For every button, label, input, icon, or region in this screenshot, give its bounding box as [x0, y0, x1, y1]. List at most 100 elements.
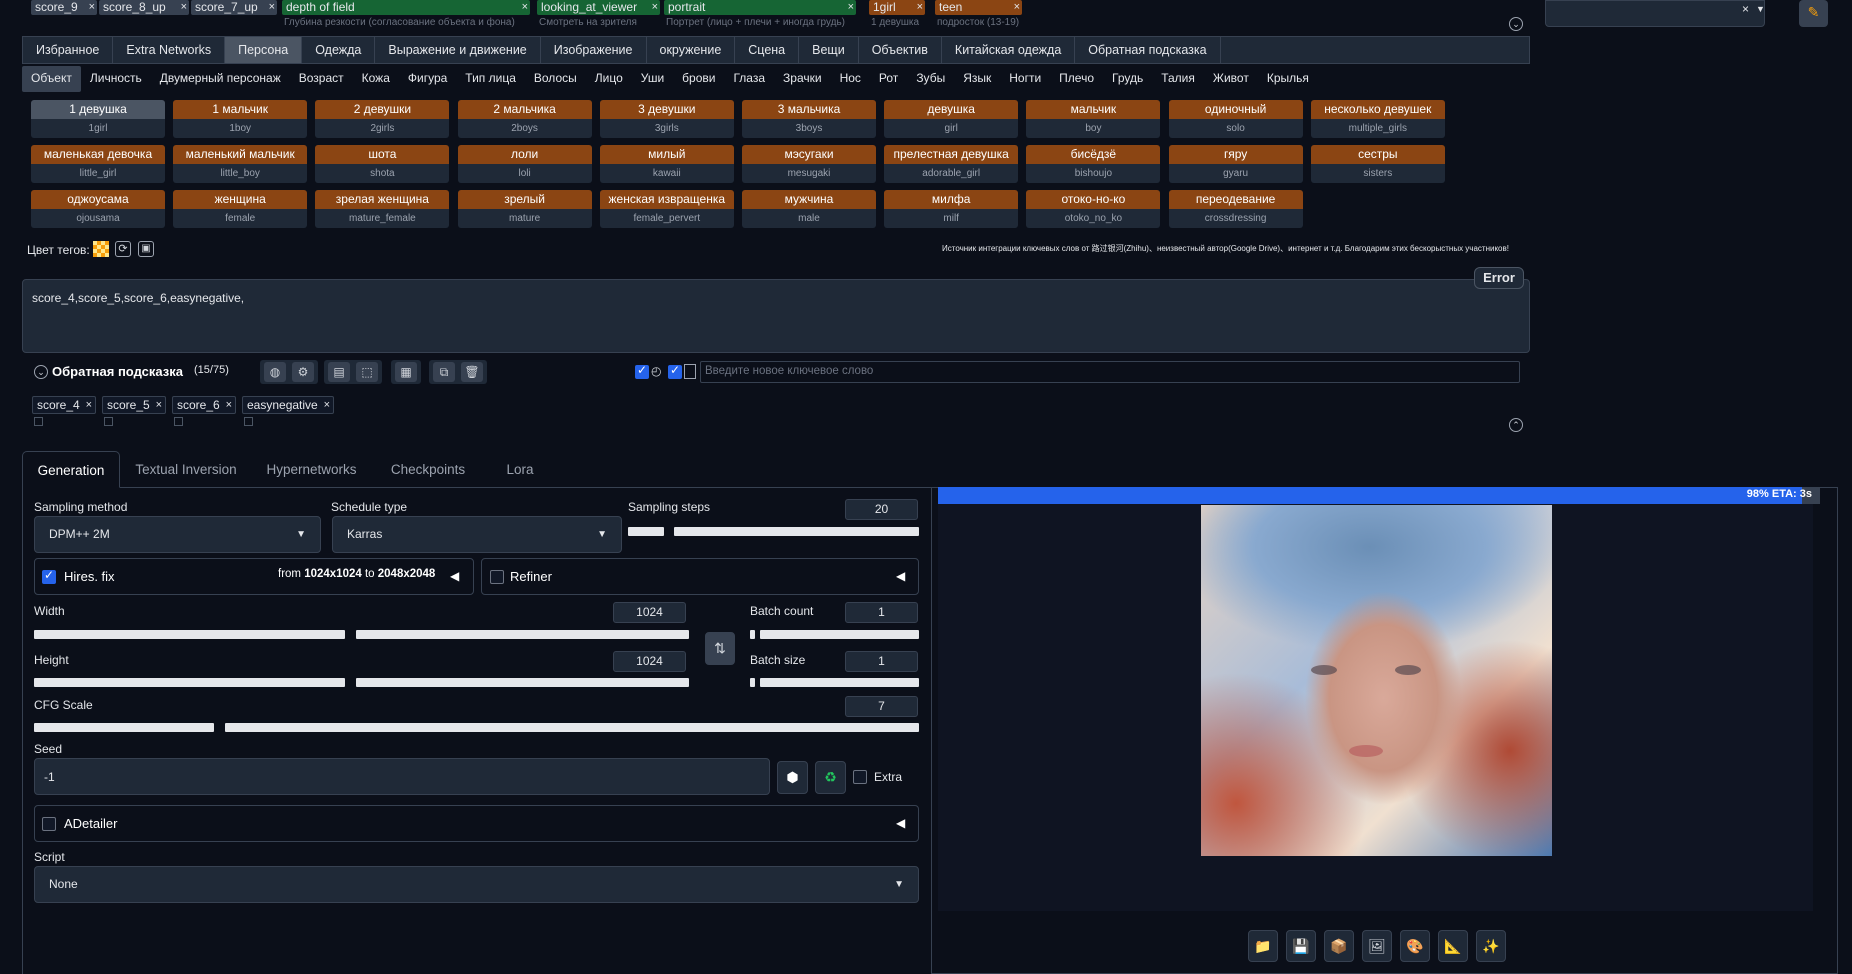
close-icon[interactable]: ×: [324, 397, 330, 413]
negative-tag-chip[interactable]: score_5 ×: [102, 396, 166, 414]
negative-tag-chip[interactable]: score_4 ×: [32, 396, 96, 414]
width-input[interactable]: 1024: [613, 602, 686, 623]
tab-subcategory[interactable]: Глаза: [724, 66, 774, 92]
cfg-scale-slider-left[interactable]: [34, 723, 214, 732]
edit-pencil-icon[interactable]: ✎: [1799, 0, 1828, 27]
tab-subcategory[interactable]: Двумерный персонаж: [151, 66, 290, 92]
keyword-button[interactable]: женщина female: [173, 190, 308, 228]
tab-subcategory[interactable]: Фигура: [399, 66, 456, 92]
tab-main[interactable]: Checkpoints: [371, 451, 485, 488]
tab-category[interactable]: Персона: [225, 37, 303, 63]
keyword-button[interactable]: милый kawaii: [599, 145, 734, 183]
tab-subcategory[interactable]: Нос: [831, 66, 870, 92]
keyword-button[interactable]: зрелый mature: [457, 190, 592, 228]
tab-subcategory[interactable]: Талия: [1152, 66, 1204, 92]
sampling-steps-input[interactable]: 20: [845, 499, 918, 520]
tab-subcategory[interactable]: Объект: [22, 66, 81, 92]
keyword-button[interactable]: сестры sisters: [1310, 145, 1445, 183]
top-tag-chip[interactable]: score_8_up ×: [99, 0, 189, 15]
width-slider-left[interactable]: [34, 630, 345, 639]
close-icon[interactable]: ×: [917, 0, 923, 14]
tab-subcategory[interactable]: Живот: [1204, 66, 1258, 92]
keyword-button[interactable]: мужчина male: [742, 190, 876, 228]
keyword-button[interactable]: милфа milf: [884, 190, 1019, 228]
dropdown-arrow-icon[interactable]: ▼: [1756, 4, 1765, 14]
tab-subcategory[interactable]: Волосы: [525, 66, 586, 92]
sampling-steps-slider-left[interactable]: [628, 527, 664, 536]
batch-size-slider-left[interactable]: [750, 678, 755, 687]
clear-icon[interactable]: ×: [1742, 2, 1749, 16]
close-icon[interactable]: ×: [1014, 0, 1020, 14]
hires-expand-icon[interactable]: ◀: [450, 569, 459, 583]
chip-handle-icon[interactable]: [104, 417, 113, 426]
chip-handle-icon[interactable]: [174, 417, 183, 426]
keyword-button[interactable]: 2 девушки 2girls: [315, 100, 450, 138]
settings-icon[interactable]: ⚙: [292, 362, 314, 382]
image-icon[interactable]: 🖼: [1362, 930, 1392, 962]
negative-prompt-textarea[interactable]: [22, 279, 1530, 353]
batch-size-input[interactable]: 1: [845, 651, 918, 672]
close-icon[interactable]: ×: [89, 0, 95, 14]
expand-icon[interactable]: ⌃: [1509, 418, 1523, 432]
tab-subcategory[interactable]: Грудь: [1103, 66, 1152, 92]
collapse-icon[interactable]: ⌄: [1509, 17, 1523, 31]
keyword-button[interactable]: лоли loli: [457, 145, 592, 183]
adetailer-expand-icon[interactable]: ◀: [896, 816, 905, 830]
tab-category[interactable]: Сцена: [735, 37, 800, 63]
seed-input[interactable]: [34, 758, 770, 795]
tab-category[interactable]: окружение: [647, 37, 736, 63]
model-select-box[interactable]: [1545, 0, 1765, 27]
close-icon[interactable]: ×: [181, 0, 187, 14]
tab-category[interactable]: Вещи: [799, 37, 859, 63]
keyword-button[interactable]: мальчик boy: [1026, 100, 1161, 138]
negative-tag-chip[interactable]: easynegative ×: [242, 396, 334, 414]
tab-main[interactable]: Generation: [22, 451, 120, 488]
refresh-icon[interactable]: ⟳: [115, 241, 131, 257]
tab-subcategory[interactable]: Зубы: [907, 66, 954, 92]
keyword-button[interactable]: мэсугаки mesugaki: [742, 145, 876, 183]
tab-subcategory[interactable]: Плечо: [1050, 66, 1103, 92]
recycle-icon[interactable]: ♻: [815, 761, 846, 794]
keyword-button[interactable]: оджоусама ojousama: [31, 190, 165, 228]
close-icon[interactable]: ×: [652, 0, 658, 14]
keyword-button[interactable]: 2 мальчика 2boys: [457, 100, 592, 138]
tab-subcategory[interactable]: Лицо: [586, 66, 632, 92]
keyword-button[interactable]: 1 девушка 1girl: [31, 100, 165, 138]
auto-translate-checkbox[interactable]: [635, 363, 649, 379]
keyword-button[interactable]: одиночный solo: [1168, 100, 1303, 138]
top-tag-chip[interactable]: 1girl ×: [869, 0, 925, 15]
favorite-icon[interactable]: ⬚: [356, 362, 378, 382]
timer-icon[interactable]: ◴: [651, 364, 661, 378]
history-icon[interactable]: ▤: [328, 362, 350, 382]
panel-icon[interactable]: [684, 364, 696, 379]
tab-subcategory[interactable]: Уши: [632, 66, 673, 92]
tab-main[interactable]: Hypernetworks: [252, 451, 371, 488]
chip-handle-icon[interactable]: [34, 417, 43, 426]
keyword-button[interactable]: 3 девушки 3girls: [599, 100, 734, 138]
tab-subcategory[interactable]: Кожа: [353, 66, 399, 92]
tab-main[interactable]: Textual Inversion: [120, 451, 252, 488]
hires-fix-checkbox[interactable]: [42, 568, 56, 584]
negative-tag-chip[interactable]: score_6 ×: [172, 396, 236, 414]
grid-icon[interactable]: ▦: [395, 362, 417, 382]
sampling-method-select[interactable]: DPM++ 2M ▼: [34, 516, 321, 553]
close-icon[interactable]: ×: [86, 397, 92, 413]
tab-category[interactable]: Выражение и движение: [375, 37, 541, 63]
translate-icon[interactable]: ◍: [264, 362, 286, 382]
save-icon[interactable]: 💾: [1286, 930, 1316, 962]
tab-subcategory[interactable]: Язык: [954, 66, 1000, 92]
close-icon[interactable]: ×: [522, 0, 528, 14]
chip-handle-icon[interactable]: [244, 417, 253, 426]
top-tag-chip[interactable]: depth of field ×: [282, 0, 530, 15]
tab-category[interactable]: Одежда: [302, 37, 376, 63]
tab-subcategory[interactable]: Возраст: [290, 66, 353, 92]
refiner-expand-icon[interactable]: ◀: [896, 569, 905, 583]
script-select[interactable]: None ▼: [34, 866, 919, 903]
close-icon[interactable]: ×: [269, 0, 275, 14]
sync-checkbox[interactable]: [668, 363, 682, 379]
top-tag-chip[interactable]: looking_at_viewer ×: [537, 0, 660, 15]
tab-subcategory[interactable]: Зрачки: [774, 66, 831, 92]
cfg-scale-slider[interactable]: [225, 723, 919, 732]
tab-subcategory[interactable]: брови: [673, 66, 724, 92]
tab-subcategory[interactable]: Рот: [870, 66, 907, 92]
